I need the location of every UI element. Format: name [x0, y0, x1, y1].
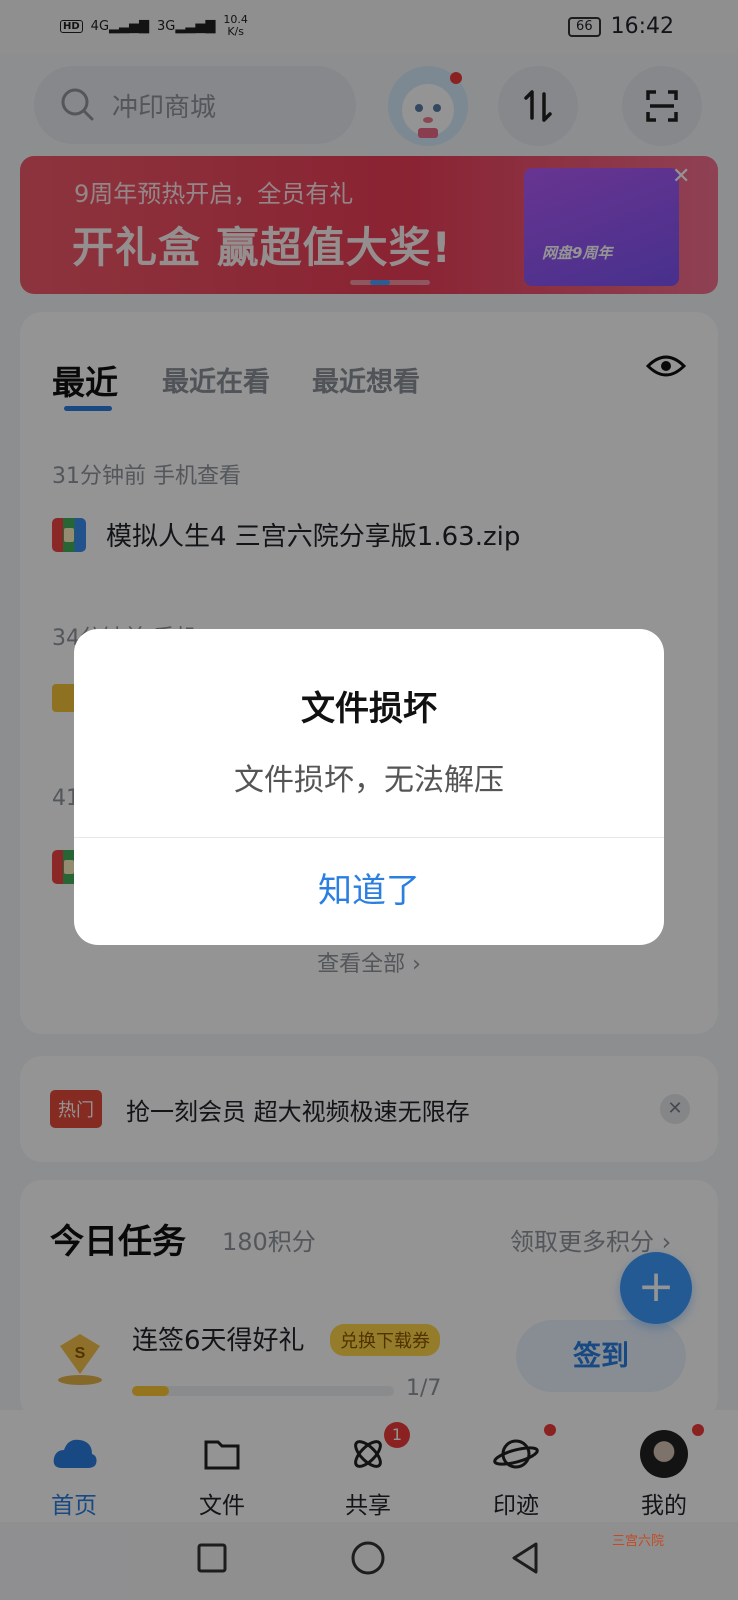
dialog-message: 文件损坏，无法解压 — [234, 763, 504, 798]
error-dialog: 文件损坏 文件损坏，无法解压 知道了 — [74, 629, 664, 945]
dialog-title: 文件损坏 — [301, 689, 437, 729]
watermark: 三宫六院 — [612, 1534, 665, 1549]
dialog-ok-button[interactable]: 知道了 — [74, 838, 664, 945]
